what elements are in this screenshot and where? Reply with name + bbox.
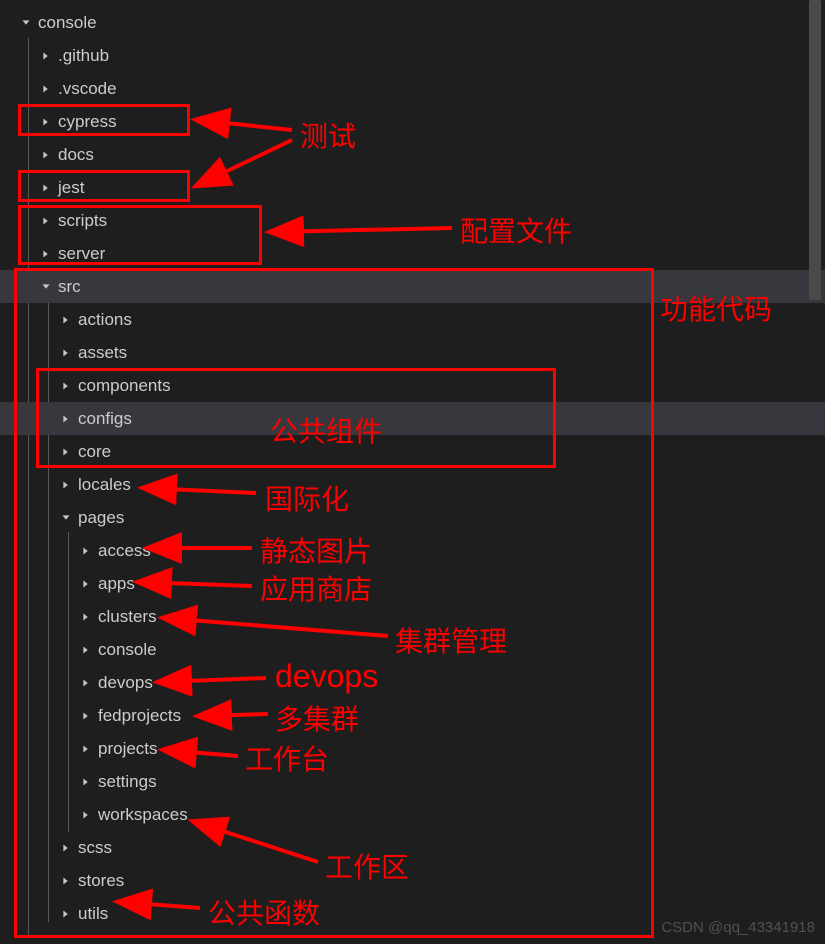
chevron-right-icon	[38, 114, 54, 130]
chevron-right-icon	[58, 873, 74, 889]
chevron-right-icon	[78, 609, 94, 625]
folder-console-sub[interactable]: console	[0, 633, 825, 666]
chevron-right-icon	[78, 708, 94, 724]
chevron-right-icon	[58, 411, 74, 427]
chevron-down-icon	[58, 510, 74, 526]
chevron-right-icon	[38, 48, 54, 64]
folder-label: stores	[78, 871, 124, 891]
folder-core[interactable]: core	[0, 435, 825, 468]
chevron-right-icon	[78, 774, 94, 790]
chevron-right-icon	[38, 246, 54, 262]
folder-label: docs	[58, 145, 94, 165]
folder-label: assets	[78, 343, 127, 363]
folder-label: src	[58, 277, 81, 297]
chevron-down-icon	[38, 279, 54, 295]
folder-jest[interactable]: jest	[0, 171, 825, 204]
chevron-right-icon	[58, 906, 74, 922]
folder-label: components	[78, 376, 171, 396]
folder-src[interactable]: src	[0, 270, 825, 303]
chevron-right-icon	[58, 840, 74, 856]
folder-workspaces[interactable]: workspaces	[0, 798, 825, 831]
folder-docs[interactable]: docs	[0, 138, 825, 171]
chevron-right-icon	[78, 543, 94, 559]
folder-label: utils	[78, 904, 108, 924]
folder-label: projects	[98, 739, 158, 759]
folder-configs[interactable]: configs	[0, 402, 825, 435]
file-tree[interactable]: console .github .vscode cypress docs jes…	[0, 0, 825, 930]
folder-actions[interactable]: actions	[0, 303, 825, 336]
folder-label: settings	[98, 772, 157, 792]
folder-vscode[interactable]: .vscode	[0, 72, 825, 105]
folder-label: devops	[98, 673, 153, 693]
folder-label: cypress	[58, 112, 117, 132]
folder-pages[interactable]: pages	[0, 501, 825, 534]
folder-label: actions	[78, 310, 132, 330]
folder-label: apps	[98, 574, 135, 594]
folder-label: console	[38, 13, 97, 33]
chevron-right-icon	[58, 378, 74, 394]
folder-stores[interactable]: stores	[0, 864, 825, 897]
chevron-right-icon	[58, 477, 74, 493]
folder-components[interactable]: components	[0, 369, 825, 402]
folder-label: access	[98, 541, 151, 561]
folder-devops[interactable]: devops	[0, 666, 825, 699]
chevron-right-icon	[38, 180, 54, 196]
chevron-right-icon	[38, 213, 54, 229]
chevron-right-icon	[58, 345, 74, 361]
folder-label: fedprojects	[98, 706, 181, 726]
folder-label: pages	[78, 508, 124, 528]
folder-label: clusters	[98, 607, 157, 627]
chevron-right-icon	[78, 807, 94, 823]
folder-label: core	[78, 442, 111, 462]
chevron-right-icon	[38, 147, 54, 163]
chevron-right-icon	[78, 741, 94, 757]
folder-scss[interactable]: scss	[0, 831, 825, 864]
folder-github[interactable]: .github	[0, 39, 825, 72]
chevron-right-icon	[78, 675, 94, 691]
folder-projects[interactable]: projects	[0, 732, 825, 765]
folder-label: .github	[58, 46, 109, 66]
chevron-right-icon	[58, 312, 74, 328]
chevron-right-icon	[78, 642, 94, 658]
folder-label: locales	[78, 475, 131, 495]
folder-label: jest	[58, 178, 84, 198]
folder-label: configs	[78, 409, 132, 429]
chevron-right-icon	[58, 444, 74, 460]
chevron-down-icon	[18, 15, 34, 31]
folder-assets[interactable]: assets	[0, 336, 825, 369]
folder-fedprojects[interactable]: fedprojects	[0, 699, 825, 732]
folder-label: workspaces	[98, 805, 188, 825]
folder-settings[interactable]: settings	[0, 765, 825, 798]
folder-cypress[interactable]: cypress	[0, 105, 825, 138]
folder-label: .vscode	[58, 79, 117, 99]
folder-apps[interactable]: apps	[0, 567, 825, 600]
folder-server[interactable]: server	[0, 237, 825, 270]
folder-console[interactable]: console	[0, 6, 825, 39]
folder-label: scss	[78, 838, 112, 858]
chevron-right-icon	[78, 576, 94, 592]
scrollbar[interactable]	[809, 0, 821, 300]
chevron-right-icon	[38, 81, 54, 97]
watermark: CSDN @qq_43341918	[661, 919, 815, 936]
folder-label: scripts	[58, 211, 107, 231]
folder-label: console	[98, 640, 157, 660]
folder-label: server	[58, 244, 105, 264]
folder-access[interactable]: access	[0, 534, 825, 567]
folder-scripts[interactable]: scripts	[0, 204, 825, 237]
folder-locales[interactable]: locales	[0, 468, 825, 501]
folder-clusters[interactable]: clusters	[0, 600, 825, 633]
